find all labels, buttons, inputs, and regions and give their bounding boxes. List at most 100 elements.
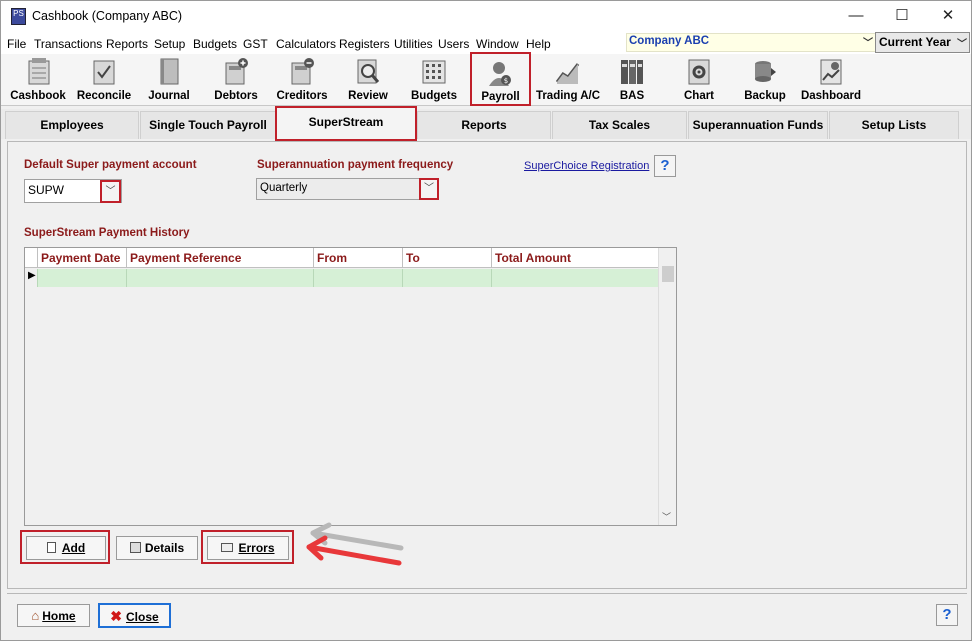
toolbar-chart[interactable]: Chart — [675, 54, 723, 106]
frequency-dropdown-button[interactable]: ﹀ — [419, 178, 439, 200]
toolbar-label: Budgets — [411, 90, 457, 102]
help-icon: ? — [660, 157, 670, 174]
table-row[interactable] — [37, 269, 658, 287]
toolbar-backup[interactable]: Backup — [739, 54, 791, 106]
red-arrow — [306, 544, 402, 566]
title-bar: PS Cashbook (Company ABC) — ☐ ✕ — [1, 1, 971, 32]
toolbar-label: Review — [348, 90, 388, 102]
menu-registers[interactable]: Registers — [339, 37, 390, 51]
toolbar-label: BAS — [619, 90, 645, 102]
details-button-label: Details — [144, 541, 185, 555]
tab-setup-lists[interactable]: Setup Lists — [829, 111, 959, 139]
tab-bar: Employees Single Touch Payroll SuperStre… — [1, 106, 971, 141]
dashboard-icon — [820, 59, 842, 85]
errors-button[interactable]: Errors — [207, 536, 289, 560]
menu-file[interactable]: File — [7, 37, 26, 51]
printer-icon — [221, 543, 234, 552]
gear-document-icon — [688, 59, 710, 85]
scroll-down-icon[interactable]: ﹀ — [662, 510, 671, 523]
details-button[interactable]: Details — [116, 536, 198, 560]
default-account-dropdown-button[interactable]: ﹀ — [100, 180, 121, 203]
help-button[interactable]: ? — [654, 155, 676, 177]
toolbar-reconcile[interactable]: Reconcile — [73, 54, 135, 106]
table-cell[interactable] — [126, 269, 313, 287]
menu-setup[interactable]: Setup — [154, 37, 185, 51]
toolbar-review[interactable]: Review — [341, 54, 395, 106]
add-button[interactable]: Add — [26, 536, 106, 560]
tab-employees[interactable]: Employees — [5, 111, 139, 139]
vertical-scrollbar[interactable]: ﹀ — [658, 248, 676, 525]
home-button[interactable]: ⌂ Home — [17, 604, 90, 627]
toolbar-trading[interactable]: Trading A/C — [533, 54, 603, 106]
toolbar-label: Payroll — [481, 91, 520, 103]
toolbar-label: Dashboard — [800, 90, 862, 102]
tab-tax-scales[interactable]: Tax Scales — [552, 111, 687, 139]
app-icon: PS — [11, 8, 26, 25]
menu-users[interactable]: Users — [438, 37, 469, 51]
menu-utilities[interactable]: Utilities — [394, 37, 433, 51]
calculator-minus-icon — [291, 58, 314, 85]
toolbar-creditors[interactable]: Creditors — [271, 54, 333, 106]
trend-chart-icon — [556, 63, 580, 84]
home-button-label: Home — [42, 609, 76, 623]
toolbar-journal[interactable]: Journal — [141, 54, 197, 106]
minimize-button[interactable]: — — [833, 1, 879, 32]
table-cell[interactable] — [313, 269, 402, 287]
toolbar-dashboard[interactable]: Dashboard — [799, 54, 863, 106]
window-title: Cashbook (Company ABC) — [32, 9, 183, 23]
tab-single-touch-payroll[interactable]: Single Touch Payroll — [140, 111, 276, 139]
column-payment-reference[interactable]: Payment Reference — [126, 248, 314, 268]
app-window: PS Cashbook (Company ABC) — ☐ ✕ File Tra… — [0, 0, 972, 641]
column-to[interactable]: To — [402, 248, 492, 268]
toolbar-bas[interactable]: BAS — [609, 54, 655, 106]
toolbar-label: Journal — [148, 90, 190, 102]
toolbar-budgets[interactable]: Budgets — [405, 54, 463, 106]
calculator-plus-icon — [225, 58, 248, 85]
payment-history-grid[interactable]: Payment Date Payment Reference From To T… — [24, 247, 677, 526]
table-cell[interactable] — [491, 269, 658, 287]
menu-window[interactable]: Window — [476, 37, 519, 51]
menu-transactions[interactable]: Transactions — [34, 37, 102, 51]
toolbar-label: Reconcile — [76, 90, 132, 102]
checklist-icon — [93, 60, 115, 85]
frequency-value: Quarterly — [260, 182, 308, 194]
toolbar-label: Cashbook — [10, 90, 66, 102]
tab-superstream[interactable]: SuperStream — [275, 106, 417, 141]
close-button[interactable]: ✖ Close — [98, 603, 171, 628]
document-icon — [46, 542, 56, 553]
menu-reports[interactable]: Reports — [106, 37, 148, 51]
book-icon — [160, 58, 179, 85]
person-money-icon: $ — [489, 62, 511, 86]
column-total-amount[interactable]: Total Amount — [491, 248, 658, 268]
bottom-help-button[interactable]: ? — [936, 604, 958, 626]
chevron-down-icon: ﹀ — [957, 39, 967, 50]
toolbar-payroll[interactable]: $ Payroll — [470, 52, 531, 106]
close-window-button[interactable]: ✕ — [925, 1, 971, 32]
default-account-value: SUPW — [28, 183, 64, 197]
column-from[interactable]: From — [313, 248, 403, 268]
table-cell[interactable] — [402, 269, 491, 287]
menu-help[interactable]: Help — [526, 37, 551, 51]
company-select[interactable]: Company ABC ﹀ — [626, 33, 876, 52]
tab-superannuation-funds[interactable]: Superannuation Funds — [688, 111, 828, 139]
frequency-select[interactable]: Quarterly — [256, 178, 439, 200]
tab-reports[interactable]: Reports — [417, 111, 551, 139]
year-select[interactable]: Current Year ﹀ — [875, 32, 970, 53]
toolbar-label: Creditors — [276, 90, 328, 102]
column-payment-date[interactable]: Payment Date — [37, 248, 127, 268]
menu-calculators[interactable]: Calculators — [276, 37, 336, 51]
chevron-down-icon: ﹀ — [105, 186, 116, 197]
maximize-button[interactable]: ☐ — [879, 1, 925, 32]
superchoice-registration-link[interactable]: SuperChoice Registration — [524, 160, 649, 172]
close-x-icon: ✖ — [110, 608, 123, 624]
menu-gst[interactable]: GST — [243, 37, 268, 51]
database-icon — [755, 61, 776, 82]
scroll-thumb[interactable] — [662, 266, 674, 282]
toolbar-cashbook[interactable]: Cashbook — [5, 54, 71, 106]
chevron-down-icon: ﹀ — [424, 183, 434, 194]
frequency-label: Superannuation payment frequency — [257, 159, 454, 171]
table-cell[interactable] — [37, 269, 38, 287]
annotation-arrows — [306, 522, 404, 566]
menu-budgets[interactable]: Budgets — [193, 37, 237, 51]
toolbar-debtors[interactable]: Debtors — [207, 54, 265, 106]
